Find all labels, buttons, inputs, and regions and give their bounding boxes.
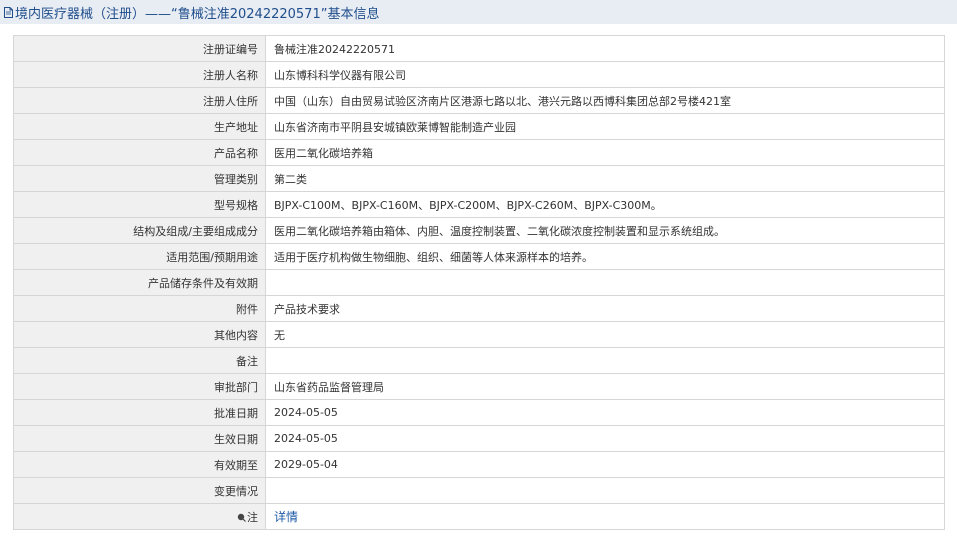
table-row: 注册人住所 中国（山东）自由贸易试验区济南片区港源七路以北、港兴元路以西博科集团总…: [13, 87, 945, 114]
row-value: 无: [265, 321, 945, 348]
table-row-note: 注 详情: [13, 503, 945, 530]
row-value: 山东省济南市平阴县安城镇欧莱博智能制造产业园: [265, 113, 945, 140]
table-row: 变更情况: [13, 477, 945, 504]
info-table: 注册证编号 鲁械注准20242220571 注册人名称 山东博科科学仪器有限公司 注册人…: [13, 35, 945, 530]
table-row: 注册人名称 山东博科科学仪器有限公司: [13, 61, 945, 88]
table-row: 生产地址 山东省济南市平阴县安城镇欧莱博智能制造产业园: [13, 113, 945, 140]
page-title: 境内医疗器械（注册）——“鲁械注准20242220571”基本信息: [15, 6, 380, 22]
table-row: 备注: [13, 347, 945, 374]
row-label: 结构及组成/主要组成成分: [13, 217, 266, 244]
row-label: 管理类别: [13, 165, 266, 192]
row-value: 2024-05-05: [265, 425, 945, 452]
table-row: 管理类别 第二类: [13, 165, 945, 192]
info-table-container: 注册证编号 鲁械注准20242220571 注册人名称 山东博科科学仪器有限公司 注册人…: [13, 35, 945, 530]
row-value: 2029-05-04: [265, 451, 945, 478]
row-label: 型号规格: [13, 191, 266, 218]
row-label: 注册人名称: [13, 61, 266, 88]
table-row: 型号规格 BJPX-C100M、BJPX-C160M、BJPX-C200M、BJP…: [13, 191, 945, 218]
note-label: 注: [247, 510, 258, 524]
table-row: 产品储存条件及有效期: [13, 269, 945, 296]
row-value: 山东省药品监督管理局: [265, 373, 945, 400]
row-label: 变更情况: [13, 477, 266, 504]
table-row: 有效期至 2029-05-04: [13, 451, 945, 478]
row-value-note: 详情: [265, 503, 945, 530]
row-value: 产品技术要求: [265, 295, 945, 322]
table-row: 其他内容无: [13, 321, 945, 348]
row-value: 医用二氧化碳培养箱: [265, 139, 945, 166]
row-value: 山东博科科学仪器有限公司: [265, 61, 945, 88]
row-value: [265, 477, 945, 504]
row-label: 附件: [13, 295, 266, 322]
table-row: 生效日期 2024-05-05: [13, 425, 945, 452]
table-row: 批准日期 2024-05-05: [13, 399, 945, 426]
info-table-footer: 注 详情: [13, 503, 945, 530]
row-label: 注册人住所: [13, 87, 266, 114]
table-row: 附件 产品技术要求: [13, 295, 945, 322]
row-label: 审批部门: [13, 373, 266, 400]
detail-link[interactable]: 详情: [274, 510, 298, 524]
row-label: 其他内容: [13, 321, 266, 348]
page-header: 境内医疗器械（注册）——“鲁械注准20242220571”基本信息: [0, 0, 957, 24]
row-value: [265, 347, 945, 374]
table-row: 审批部门 山东省药品监督管理局: [13, 373, 945, 400]
row-label: 生产地址: [13, 113, 266, 140]
document-icon: [4, 6, 13, 18]
row-label: 注册证编号: [13, 35, 266, 62]
row-label-note: 注: [13, 503, 266, 530]
table-row: 结构及组成/主要组成成分 医用二氧化碳培养箱由箱体、内胆、温度控制装置、二氧化碳浓…: [13, 217, 945, 244]
pin-icon: [237, 513, 246, 522]
row-value: 适用于医疗机构做生物细胞、组织、细菌等人体来源样本的培养。: [265, 243, 945, 270]
row-label: 有效期至: [13, 451, 266, 478]
row-value: 2024-05-05: [265, 399, 945, 426]
row-label: 产品名称: [13, 139, 266, 166]
row-label: 适用范围/预期用途: [13, 243, 266, 270]
table-row: 适用范围/预期用途 适用于医疗机构做生物细胞、组织、细菌等人体来源样本的培养。: [13, 243, 945, 270]
row-label: 生效日期: [13, 425, 266, 452]
row-value: BJPX-C100M、BJPX-C160M、BJPX-C200M、BJPX-C2…: [265, 191, 945, 218]
row-value: [265, 269, 945, 296]
row-value: 医用二氧化碳培养箱由箱体、内胆、温度控制装置、二氧化碳浓度控制装置和显示系统组成…: [265, 217, 945, 244]
table-row: 产品名称 医用二氧化碳培养箱: [13, 139, 945, 166]
table-row: 注册证编号 鲁械注准20242220571: [13, 35, 945, 62]
info-table-body: 注册证编号 鲁械注准20242220571 注册人名称 山东博科科学仪器有限公司 注册人…: [13, 35, 945, 504]
row-value: 第二类: [265, 165, 945, 192]
row-value: 鲁械注准20242220571: [265, 35, 945, 62]
row-label: 备注: [13, 347, 266, 374]
row-value: 中国（山东）自由贸易试验区济南片区港源七路以北、港兴元路以西博科集团总部2号楼4…: [265, 87, 945, 114]
row-label: 产品储存条件及有效期: [13, 269, 266, 296]
row-label: 批准日期: [13, 399, 266, 426]
